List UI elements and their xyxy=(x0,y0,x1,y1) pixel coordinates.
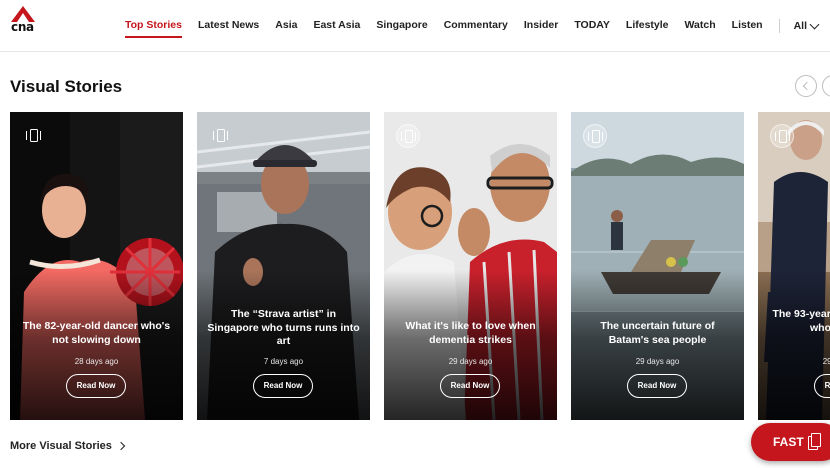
fast-label: FAST xyxy=(773,435,804,449)
more-link-label: More Visual Stories xyxy=(10,440,112,452)
more-visual-stories-link[interactable]: More Visual Stories xyxy=(10,440,126,452)
visual-stories-carousel: The 82-year-old dancer who's not slowing… xyxy=(10,112,830,420)
nav-item-top-stories[interactable]: Top Stories xyxy=(125,0,182,52)
web-story-icon xyxy=(583,124,607,148)
story-card[interactable]: The uncertain future of Batam's sea peop… xyxy=(571,112,744,420)
web-story-icon xyxy=(209,124,233,148)
pages-icon-front xyxy=(811,433,821,447)
card-date: 29 days ago xyxy=(635,357,680,366)
fast-button[interactable]: FAST xyxy=(751,423,830,461)
read-now-button[interactable]: Read Now xyxy=(440,374,500,398)
nav-item-asia[interactable]: Asia xyxy=(275,0,297,52)
card-date: 28 days ago xyxy=(74,357,119,366)
story-card[interactable]: What it's like to love when dementia str… xyxy=(384,112,557,420)
card-date: 29 days ago xyxy=(822,357,830,366)
chevron-left-icon xyxy=(802,81,812,91)
card-title[interactable]: What it's like to love when dementia str… xyxy=(392,320,549,347)
nav-item-east-asia[interactable]: East Asia xyxy=(313,0,360,52)
section-title: Visual Stories xyxy=(10,77,123,96)
nav-item-insider[interactable]: Insider xyxy=(524,0,558,52)
card-title[interactable]: The 93-year-old in Singapore who's despi… xyxy=(766,308,830,335)
card-gradient xyxy=(758,270,830,420)
nav-item-singapore[interactable]: Singapore xyxy=(376,0,427,52)
card-date: 29 days ago xyxy=(448,357,493,366)
nav-item-latest-news[interactable]: Latest News xyxy=(198,0,259,52)
nav-item-commentary[interactable]: Commentary xyxy=(444,0,508,52)
main-nav: Top Stories Latest News Asia East Asia S… xyxy=(125,0,820,52)
card-title[interactable]: The uncertain future of Batam's sea peop… xyxy=(579,320,736,347)
story-card[interactable]: The “Strava artist” in Singapore who tur… xyxy=(197,112,370,420)
card-title[interactable]: The 82-year-old dancer who's not slowing… xyxy=(18,320,175,347)
nav-all-dropdown[interactable]: All xyxy=(793,19,820,32)
nav-item-today[interactable]: TODAY xyxy=(574,0,610,52)
web-story-icon xyxy=(770,124,794,148)
nav-item-listen[interactable]: Listen xyxy=(732,0,763,52)
web-story-icon xyxy=(22,124,46,148)
chevron-down-icon xyxy=(809,19,820,29)
card-date: 7 days ago xyxy=(263,357,304,366)
nav-item-watch[interactable]: Watch xyxy=(685,0,716,52)
nav-divider xyxy=(778,19,780,33)
web-story-icon xyxy=(396,124,420,148)
chevron-right-icon xyxy=(116,441,126,451)
nav-all-label: All xyxy=(793,20,807,32)
story-card[interactable]: The 82-year-old dancer who's not slowing… xyxy=(10,112,183,420)
carousel-prev-button[interactable] xyxy=(795,75,817,97)
read-now-button[interactable]: Read Now xyxy=(627,374,687,398)
carousel-next-button[interactable] xyxy=(822,75,830,97)
logo-text[interactable]: cna xyxy=(11,20,34,34)
read-now-button[interactable]: Read Now xyxy=(253,374,313,398)
top-nav-bar: cna Top Stories Latest News Asia East As… xyxy=(0,0,830,52)
card-title[interactable]: The “Strava artist” in Singapore who tur… xyxy=(205,308,362,349)
read-now-button[interactable]: Read Now xyxy=(66,374,126,398)
nav-item-lifestyle[interactable]: Lifestyle xyxy=(626,0,669,52)
story-card[interactable]: The 93-year-old in Singapore who's despi… xyxy=(758,112,830,420)
